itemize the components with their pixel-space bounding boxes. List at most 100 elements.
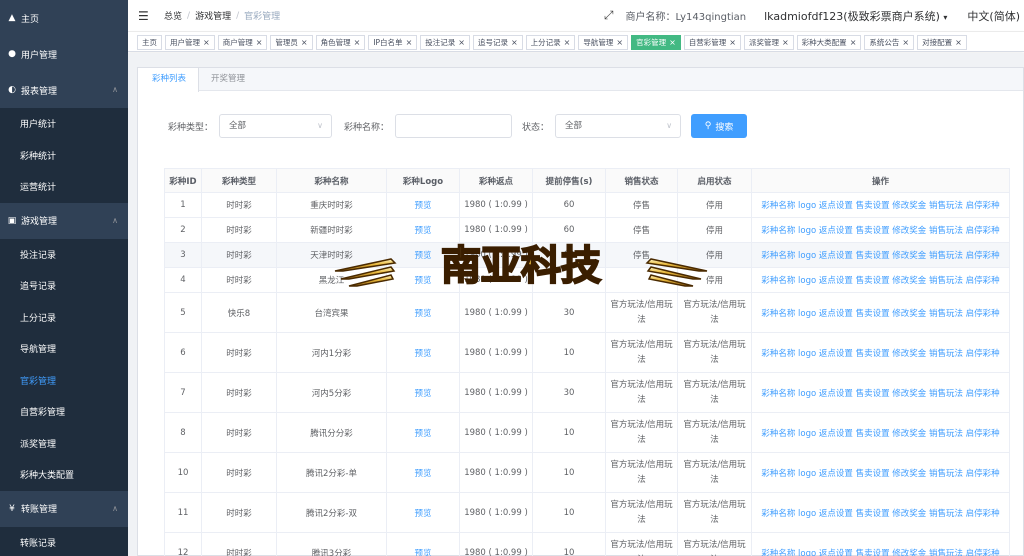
tab-lottery-list[interactable]: 彩种列表 bbox=[138, 68, 200, 92]
logo-preview-link[interactable]: 预览 bbox=[414, 226, 431, 236]
logo-preview-link[interactable]: 预览 bbox=[414, 509, 431, 519]
breadcrumb-item[interactable]: 总览 bbox=[164, 9, 182, 22]
tag-item[interactable]: 导航管理 × bbox=[578, 34, 629, 50]
tag-item[interactable]: 官彩管理 × bbox=[631, 34, 681, 50]
logo-preview-link[interactable]: 预览 bbox=[414, 309, 431, 319]
logo-preview-link[interactable]: 预览 bbox=[414, 201, 431, 211]
logo-preview-link[interactable]: 预览 bbox=[414, 429, 431, 439]
sidebar-item[interactable]: 转账记录 bbox=[0, 526, 128, 556]
tag-item[interactable]: 自营彩管理 × bbox=[683, 34, 741, 50]
game-icon: ▣ bbox=[7, 215, 17, 226]
row-action-links[interactable]: 彩种名称 logo 返点设置 售卖设置 修改奖金 销售玩法 启停彩种 bbox=[761, 251, 999, 261]
column-header: 彩种返点 bbox=[459, 168, 533, 193]
sidebar-group[interactable]: ▲ 主页 bbox=[0, 0, 128, 36]
tag-item[interactable]: 彩种大类配置 × bbox=[796, 34, 862, 50]
logo-preview-link[interactable]: 预览 bbox=[414, 349, 431, 359]
tag-item[interactable]: 对接配置 × bbox=[917, 34, 967, 50]
logo-preview-link[interactable]: 预览 bbox=[414, 549, 431, 556]
sidebar-item[interactable]: 上分记录 bbox=[0, 301, 128, 333]
table-row: 11 时时彩 腾讯2分彩-双 预览 1980 ( 1:0.99 ) 10 官方玩法/信用玩法… bbox=[164, 492, 1010, 533]
close-icon[interactable]: × bbox=[729, 38, 736, 47]
cell-id: 5 bbox=[164, 292, 202, 333]
close-icon[interactable]: × bbox=[850, 38, 857, 47]
close-icon[interactable]: × bbox=[406, 38, 413, 47]
tag-item[interactable]: 角色管理 × bbox=[315, 34, 366, 50]
sidebar-item[interactable]: 追号记录 bbox=[0, 270, 128, 302]
tag-item[interactable]: 投注记录 × bbox=[420, 34, 470, 50]
breadcrumb-item[interactable]: 游戏管理 bbox=[195, 9, 231, 22]
close-icon[interactable]: × bbox=[301, 38, 308, 47]
cell-sale-status: 停售 bbox=[605, 217, 678, 243]
lottery-table: 彩种ID 彩种类型 彩种名称 彩种Logo 彩种返点 提前停售(s) 销售状态 启用状态 操作 … bbox=[164, 168, 1010, 556]
cell-actions: 彩种名称 logo 返点设置 售卖设置 修改奖金 销售玩法 启停彩种 bbox=[751, 532, 1010, 556]
tag-item[interactable]: 系统公告 × bbox=[864, 34, 915, 50]
row-action-links[interactable]: 彩种名称 logo 返点设置 售卖设置 修改奖金 销售玩法 启停彩种 bbox=[761, 309, 999, 319]
close-icon[interactable]: × bbox=[511, 38, 518, 47]
name-input[interactable] bbox=[395, 114, 513, 138]
cell-rebate: 1980 ( 1:0.99 ) bbox=[459, 242, 533, 268]
row-action-links[interactable]: 彩种名称 logo 返点设置 售卖设置 修改奖金 销售玩法 启停彩种 bbox=[761, 201, 999, 211]
search-button[interactable]: ⚲ 搜索 bbox=[691, 114, 748, 138]
logo-preview-link[interactable]: 预览 bbox=[414, 469, 431, 479]
logo-preview-link[interactable]: 预览 bbox=[414, 276, 431, 286]
cell-name: 台湾宾果 bbox=[276, 292, 387, 333]
sidebar-group[interactable]: ¥ 转账管理 ∧ bbox=[0, 490, 128, 527]
cell-actions: 彩种名称 logo 返点设置 售卖设置 修改奖金 销售玩法 启停彩种 bbox=[751, 492, 1010, 533]
row-action-links[interactable]: 彩种名称 logo 返点设置 售卖设置 修改奖金 销售玩法 启停彩种 bbox=[761, 226, 999, 236]
tag-item[interactable]: 主页 bbox=[137, 34, 162, 50]
cell-rebate: 1980 ( 1:0.99 ) bbox=[459, 412, 533, 453]
type-filter-label: 彩种类型： bbox=[168, 122, 214, 133]
cell-name: 河内5分彩 bbox=[276, 372, 387, 413]
logo-preview-link[interactable]: 预览 bbox=[414, 251, 431, 261]
close-icon[interactable]: × bbox=[616, 38, 623, 47]
tag-item[interactable]: 追号记录 × bbox=[472, 34, 523, 50]
row-action-links[interactable]: 彩种名称 logo 返点设置 售卖设置 修改奖金 销售玩法 启停彩种 bbox=[761, 389, 999, 399]
close-icon[interactable]: × bbox=[564, 38, 571, 47]
close-icon[interactable]: × bbox=[955, 38, 962, 47]
sidebar-item[interactable]: 用户统计 bbox=[0, 108, 128, 140]
cell-enable-status: 停用 bbox=[677, 192, 752, 218]
row-action-links[interactable]: 彩种名称 logo 返点设置 售卖设置 修改奖金 销售玩法 启停彩种 bbox=[761, 276, 999, 286]
tag-item[interactable]: 上分记录 × bbox=[525, 34, 576, 50]
tag-item[interactable]: 管理员 × bbox=[270, 34, 313, 50]
close-icon[interactable]: × bbox=[902, 38, 909, 47]
type-select[interactable]: 全部 ∨ bbox=[219, 114, 333, 138]
fullscreen-icon[interactable]: ⤢ bbox=[604, 8, 614, 23]
sidebar-item[interactable]: 自营彩管理 bbox=[0, 396, 128, 428]
status-select[interactable]: 全部 ∨ bbox=[555, 114, 682, 138]
sidebar-item[interactable]: 投注记录 bbox=[0, 238, 128, 270]
close-icon[interactable]: × bbox=[354, 38, 361, 47]
sidebar-group[interactable]: ▣ 游戏管理 ∧ bbox=[0, 202, 128, 239]
close-icon[interactable]: × bbox=[256, 38, 263, 47]
row-action-links[interactable]: 彩种名称 logo 返点设置 售卖设置 修改奖金 销售玩法 启停彩种 bbox=[761, 509, 999, 519]
sidebar-item[interactable]: 派奖管理 bbox=[0, 427, 128, 459]
sidebar-item[interactable]: 运营统计 bbox=[0, 171, 128, 203]
hamburger-icon[interactable]: ☰ bbox=[138, 9, 152, 23]
row-action-links[interactable]: 彩种名称 logo 返点设置 售卖设置 修改奖金 销售玩法 启停彩种 bbox=[761, 549, 999, 556]
tag-item[interactable]: 商户管理 × bbox=[217, 34, 268, 50]
tag-item[interactable]: IP白名单 × bbox=[368, 34, 418, 50]
row-action-links[interactable]: 彩种名称 logo 返点设置 售卖设置 修改奖金 销售玩法 启停彩种 bbox=[761, 469, 999, 479]
cell-actions: 彩种名称 logo 返点设置 售卖设置 修改奖金 销售玩法 启停彩种 bbox=[751, 217, 1010, 243]
close-icon[interactable]: × bbox=[782, 38, 789, 47]
row-action-links[interactable]: 彩种名称 logo 返点设置 售卖设置 修改奖金 销售玩法 启停彩种 bbox=[761, 349, 999, 359]
sidebar-item[interactable]: 彩种大类配置 bbox=[0, 459, 128, 491]
cell-id: 4 bbox=[164, 267, 202, 293]
close-icon[interactable]: × bbox=[669, 38, 676, 47]
close-icon[interactable]: × bbox=[458, 38, 465, 47]
sidebar-item[interactable]: 导航管理 bbox=[0, 333, 128, 365]
account-dropdown[interactable]: lkadmiofdf123(极致彩票商户系统) ▾ bbox=[764, 8, 947, 24]
cell-sale-status: 官方玩法/信用玩法 bbox=[605, 372, 678, 413]
sidebar-group[interactable]: ◐ 报表管理 ∧ bbox=[0, 72, 128, 108]
logo-preview-link[interactable]: 预览 bbox=[414, 389, 431, 399]
row-action-links[interactable]: 彩种名称 logo 返点设置 售卖设置 修改奖金 销售玩法 启停彩种 bbox=[761, 429, 999, 439]
cell-type: 时时彩 bbox=[201, 192, 277, 218]
tab-draw-management[interactable]: 开奖管理 bbox=[199, 68, 258, 91]
sidebar-item[interactable]: 官彩管理 bbox=[0, 364, 128, 396]
tag-item[interactable]: 用户管理 × bbox=[165, 34, 215, 50]
sidebar-item[interactable]: 彩种统计 bbox=[0, 139, 128, 171]
language-select[interactable]: 中文(简体) bbox=[967, 8, 1020, 24]
sidebar-group[interactable]: ● 用户管理 bbox=[0, 36, 128, 72]
close-icon[interactable]: × bbox=[203, 38, 210, 47]
tag-item[interactable]: 派奖管理 × bbox=[743, 34, 794, 50]
